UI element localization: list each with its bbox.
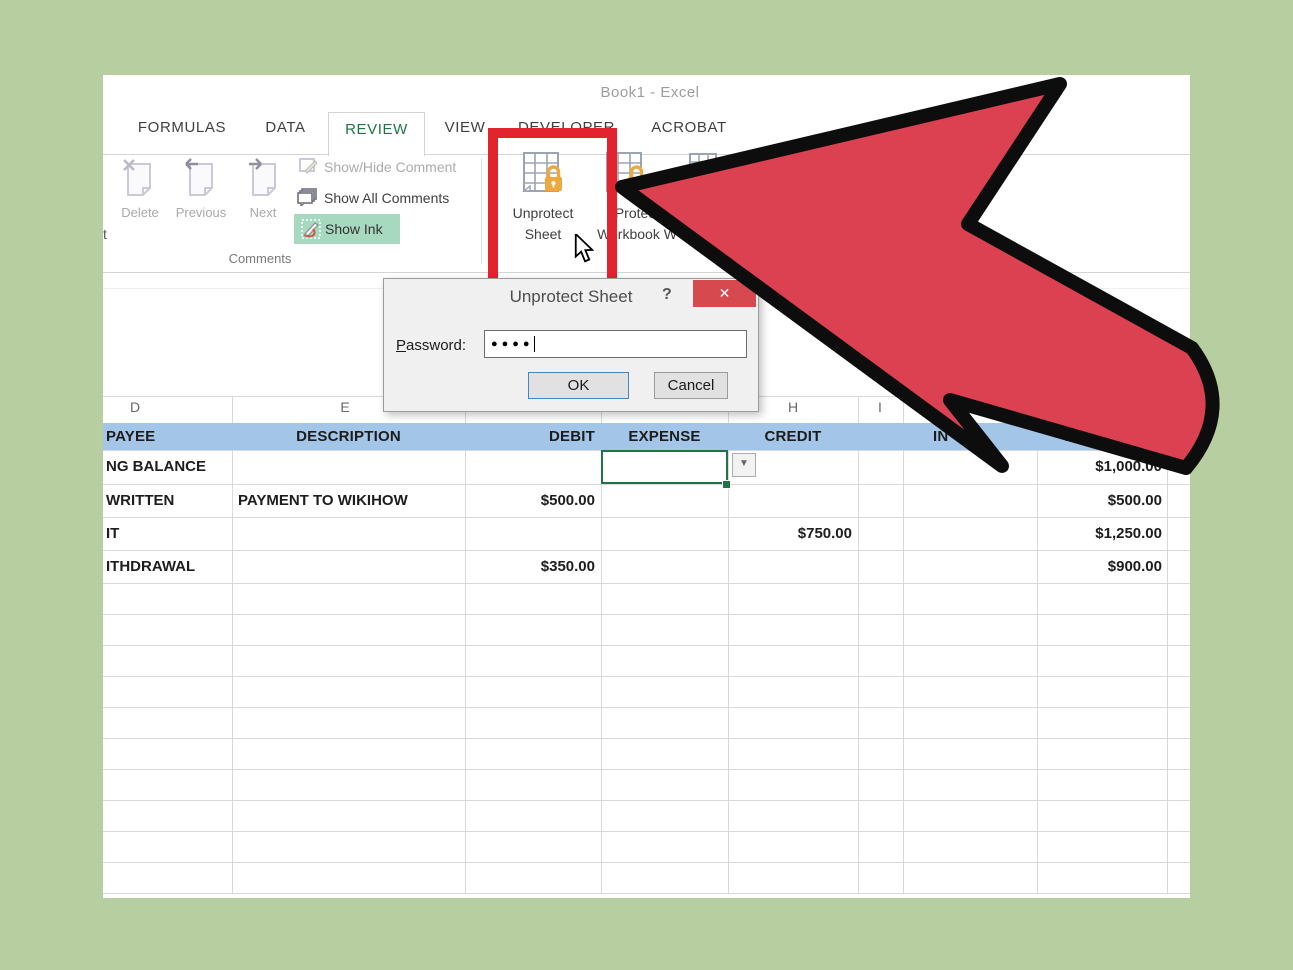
cell-balance-r1[interactable]: $1,000.00: [1037, 458, 1162, 475]
header-payee: PAYEE: [106, 428, 156, 445]
cell-payee-r1[interactable]: NG BALANCE: [106, 458, 206, 475]
column-letter-e[interactable]: E: [325, 399, 365, 415]
cell-balance-r3[interactable]: $1,250.00: [1037, 525, 1162, 542]
header-credit: CREDIT: [764, 428, 822, 445]
gridline-horizontal: [103, 517, 1190, 518]
ribbon-group-separator: [481, 158, 482, 264]
tab-view[interactable]: VIEW: [435, 119, 495, 143]
header-expense: EXPENSE: [628, 428, 701, 445]
tab-review[interactable]: REVIEW: [328, 112, 425, 156]
next-comment-icon[interactable]: [245, 156, 281, 196]
show-hide-comment-button[interactable]: Show/Hide Comment: [324, 159, 456, 175]
gridline-horizontal: [103, 484, 1190, 485]
gridline-horizontal: [103, 676, 1190, 677]
ok-button[interactable]: OK: [528, 372, 629, 399]
cell-payee-r3[interactable]: IT: [106, 525, 119, 542]
close-icon: ✕: [718, 285, 731, 301]
unprotect-sheet-dialog: Unprotect Sheet ? ✕ Password: ●●●● OK Ca…: [383, 278, 759, 412]
show-ink-label: Show Ink: [325, 221, 383, 237]
gridline-horizontal: [103, 893, 1190, 894]
gridline-horizontal: [103, 550, 1190, 551]
highlight-box: [488, 128, 617, 290]
column-letter-i[interactable]: I: [860, 399, 900, 415]
gridline-horizontal: [103, 738, 1190, 739]
gridline-horizontal: [103, 707, 1190, 708]
gridline-horizontal: [103, 831, 1190, 832]
password-label: Password:: [396, 337, 467, 354]
show-all-comments-button[interactable]: Show All Comments: [324, 190, 449, 206]
header-balance: BALANCE: [1064, 428, 1140, 445]
header-interest-partial: IN: [933, 428, 949, 445]
show-all-comments-icon: [297, 188, 317, 206]
gridline-vertical: [1167, 396, 1168, 893]
next-comment-label: Next: [249, 205, 277, 220]
tab-data[interactable]: DATA: [258, 119, 313, 143]
dialog-help-button[interactable]: ?: [662, 286, 672, 304]
cell-dropdown-button[interactable]: ▼: [732, 453, 756, 477]
cell-debit-r4[interactable]: $350.00: [465, 558, 595, 575]
column-letter-h[interactable]: H: [773, 399, 813, 415]
cell-debit-r2[interactable]: $500.00: [465, 492, 595, 509]
gridline-horizontal: [103, 583, 1190, 584]
password-input[interactable]: ●●●●: [484, 330, 747, 358]
header-debit: DEBIT: [549, 428, 595, 445]
previous-comment-icon[interactable]: [182, 156, 218, 196]
gridline-vertical: [728, 396, 729, 893]
clipped-text-fragment: t: [103, 226, 107, 242]
text-caret: [533, 336, 535, 352]
show-ink-icon: [301, 219, 321, 239]
wikihow-screenshot-page: Book1 - Excel FORMULAS DATA REVIEW VIEW …: [0, 0, 1293, 970]
gridline-horizontal: [103, 645, 1190, 646]
window-title: Book1 - Excel: [600, 84, 700, 101]
gridline-horizontal: [103, 769, 1190, 770]
tab-acrobat[interactable]: ACROBAT: [650, 119, 728, 143]
column-letter-k[interactable]: K: [1082, 399, 1122, 415]
gridline-horizontal: [103, 614, 1190, 615]
delete-comment-label: Delete: [121, 205, 159, 220]
share-workbook-icon[interactable]: [688, 152, 718, 178]
gridline-horizontal: [103, 800, 1190, 801]
cell-payee-r4[interactable]: ITHDRAWAL: [106, 558, 195, 575]
show-hide-comment-icon: [299, 158, 317, 174]
cell-payee-r2[interactable]: WRITTEN: [106, 492, 174, 509]
show-ink-button[interactable]: Show Ink: [294, 214, 400, 244]
gridline-horizontal: [103, 862, 1190, 863]
comments-group-label: Comments: [228, 251, 292, 266]
cell-balance-r2[interactable]: $500.00: [1037, 492, 1162, 509]
dropdown-arrow-icon: ▼: [739, 458, 749, 469]
gridline-vertical: [232, 396, 233, 893]
ribbon-bottom-border: [103, 272, 1190, 273]
gridline-vertical: [465, 396, 466, 893]
selected-cell[interactable]: [601, 450, 728, 484]
password-masked-value: ●●●●: [491, 338, 534, 350]
excel-window: [103, 75, 1190, 898]
mouse-cursor-icon: [574, 234, 594, 264]
previous-comment-label: Previous: [175, 205, 227, 220]
delete-comment-icon[interactable]: [120, 156, 156, 196]
cancel-button[interactable]: Cancel: [654, 372, 728, 399]
tab-formulas[interactable]: FORMULAS: [136, 119, 228, 143]
fill-handle[interactable]: [722, 480, 731, 489]
gridline-vertical: [903, 396, 904, 893]
cell-description-r2[interactable]: PAYMENT TO WIKIHOW: [238, 492, 408, 509]
cell-balance-r4[interactable]: $900.00: [1037, 558, 1162, 575]
dialog-close-button[interactable]: ✕: [693, 280, 756, 307]
gridline-vertical: [858, 396, 859, 893]
column-letter-d[interactable]: D: [115, 399, 155, 415]
header-description: DESCRIPTION: [296, 428, 401, 445]
cell-credit-r3[interactable]: $750.00: [728, 525, 852, 542]
